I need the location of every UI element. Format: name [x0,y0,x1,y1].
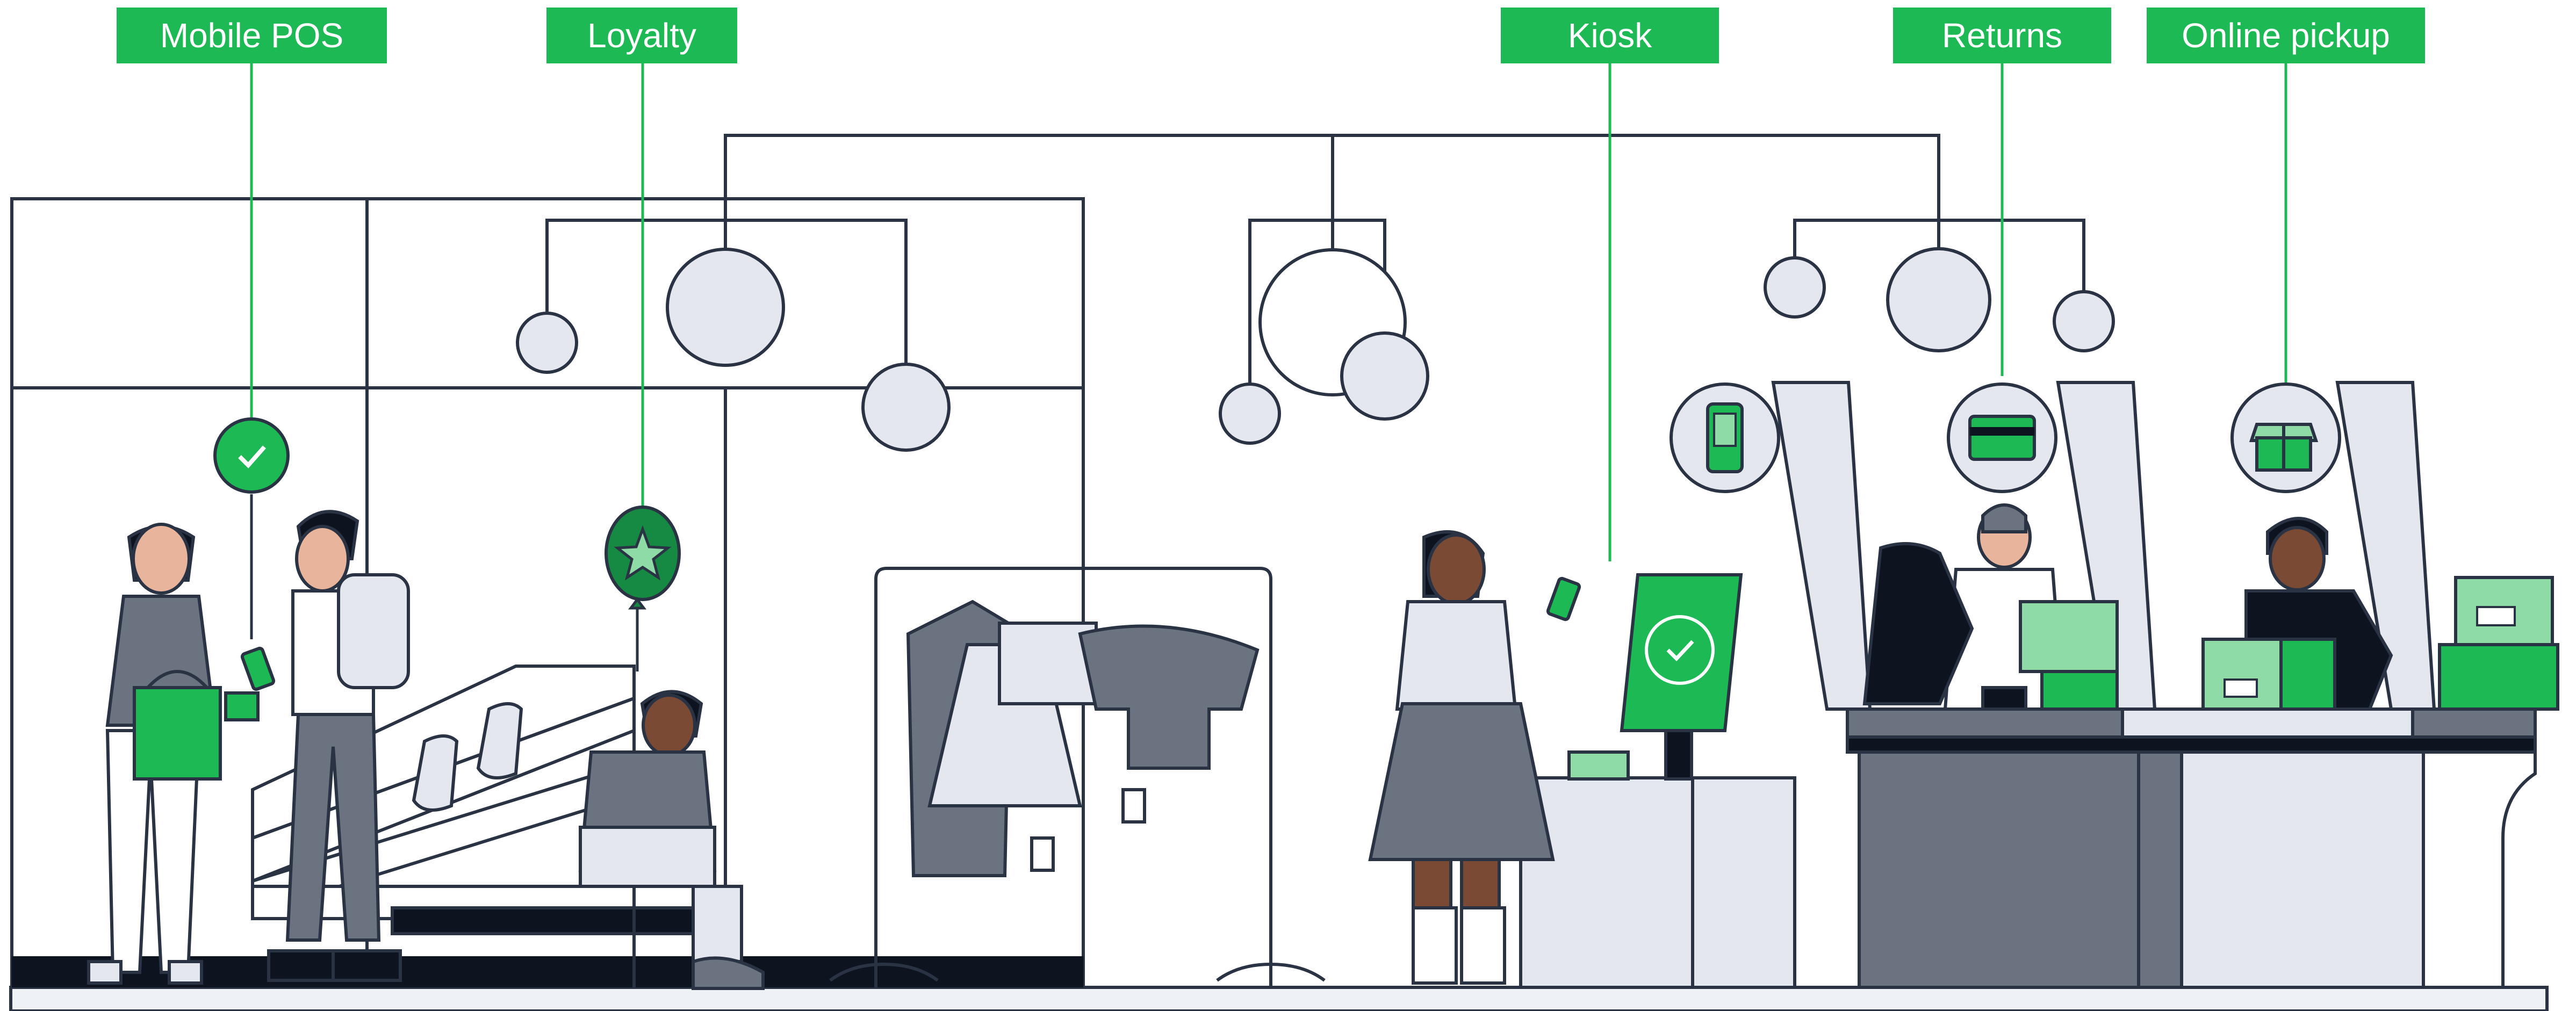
returns-clerk [1862,503,2119,711]
kiosk-station [1519,573,1796,989]
pendant-lights-left [516,219,951,452]
card-badge-icon [1947,382,2057,493]
package-stack [2438,576,2559,711]
phone-badge-icon [1670,382,1780,493]
floor [9,986,2549,1011]
pendant-lights-center [1219,219,1429,445]
store-illustration [9,63,2559,1011]
clothing-rack [829,567,1326,987]
check-badge-icon [213,417,290,639]
loyalty-balloon-icon [605,506,681,671]
shopper-with-bag [87,523,222,985]
package-badge-icon [2230,382,2341,493]
